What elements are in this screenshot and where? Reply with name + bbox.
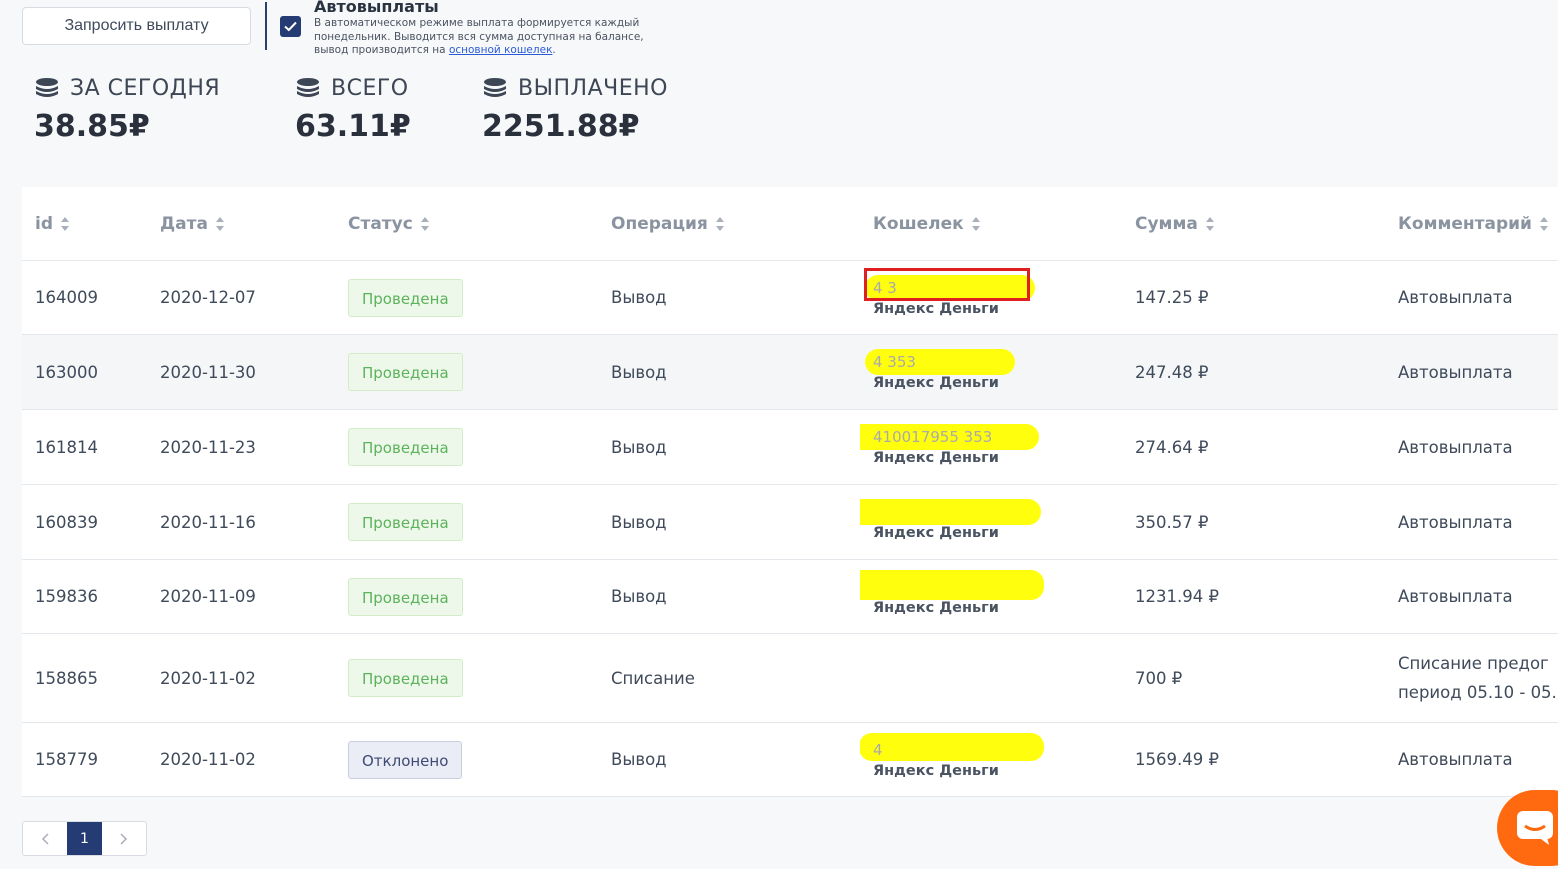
stat-paid-label: ВЫПЛАЧЕНО — [518, 76, 668, 101]
wallet-empty — [860, 633, 1122, 723]
stat-today-value: 38.85₽ — [34, 109, 150, 144]
comment-line: Списание предог — [1398, 654, 1549, 673]
status-badge: Проведена — [348, 577, 463, 616]
column-header-date[interactable]: Дата — [147, 187, 335, 261]
stat-total: ВСЕГО 63.11₽ — [295, 76, 411, 144]
wallet-type: Яндекс Деньги — [873, 300, 999, 317]
stat-today: ЗА СЕГОДНЯ 38.85₽ — [34, 76, 220, 144]
wallet-number: 410017955 353 — [860, 424, 1122, 450]
sort-icon — [61, 216, 69, 231]
pagination: 1 — [22, 821, 147, 856]
table-header-row: id Дата Статус Операция Кошелек Сумма Ко… — [22, 187, 1558, 261]
redaction-highlight — [860, 499, 1041, 525]
wallet-type: Яндекс Деньги — [873, 762, 999, 779]
column-header-wallet[interactable]: Кошелек — [860, 187, 1122, 261]
payout-toolbar: Запросить выплату Автовыплаты В автомати… — [22, 0, 922, 60]
next-page-button[interactable] — [102, 822, 146, 855]
stat-today-label: ЗА СЕГОДНЯ — [70, 76, 221, 101]
stat-total-label: ВСЕГО — [331, 76, 409, 101]
column-header-comment[interactable]: Комментарий — [1385, 187, 1558, 261]
wallet-type: Яндекс Деньги — [873, 599, 999, 616]
chevron-right-icon — [120, 832, 128, 845]
column-header-status[interactable]: Статус — [335, 187, 598, 261]
column-header-operation[interactable]: Операция — [598, 187, 860, 261]
table-row: 159836 2020-11-09 Проведена Вывод Яндекс… — [22, 559, 1558, 634]
auto-payout-description: В автоматическом режиме выплата формируе… — [314, 17, 644, 56]
status-badge: Проведена — [348, 353, 463, 391]
prev-page-button[interactable] — [23, 822, 67, 855]
table-row: 161814 2020-11-23 Проведена Вывод 410017… — [22, 409, 1558, 485]
status-badge: Проведена — [348, 503, 463, 541]
request-payout-button[interactable]: Запросить выплату — [22, 7, 251, 45]
wallet-number — [860, 499, 1122, 525]
chevron-left-icon — [41, 832, 49, 845]
status-badge: Проведена — [348, 428, 463, 466]
sort-icon — [971, 216, 980, 231]
main-wallet-link[interactable]: основной кошелек — [449, 44, 552, 56]
wallet-number — [860, 569, 1122, 600]
table-row: 163000 2020-11-30 Проведена Вывод 4 353 Я… — [22, 334, 1558, 410]
wallet-number: 4 — [860, 732, 1122, 761]
status-badge: Проведена — [348, 659, 463, 697]
status-badge: Проведена — [348, 278, 463, 317]
chat-icon — [1517, 811, 1553, 845]
stat-total-value: 63.11₽ — [295, 109, 411, 144]
comment-line: период 05.10 - 05.1 — [1398, 683, 1558, 702]
status-badge: Отклонено — [348, 740, 463, 779]
auto-payout-checkbox[interactable] — [280, 16, 301, 37]
sort-icon — [215, 216, 224, 231]
chat-widget-button[interactable] — [1497, 790, 1558, 866]
coins-icon — [36, 77, 58, 97]
wallet-type: Яндекс Деньги — [873, 450, 999, 466]
coins-icon — [297, 77, 319, 97]
table-row: 158779 2020-11-02 Отклонено Вывод 4 Яндек… — [22, 722, 1558, 797]
redaction-highlight — [860, 569, 1044, 600]
wallet-number: 4 353 — [865, 349, 1122, 375]
table-row: 160839 2020-11-16 Проведена Вывод Яндекс… — [22, 484, 1558, 560]
toolbar-divider — [265, 2, 267, 50]
stat-paid: ВЫПЛАЧЕНО 2251.88₽ — [482, 76, 668, 144]
column-header-sum[interactable]: Сумма — [1122, 187, 1385, 261]
annotation-box — [864, 268, 1030, 301]
column-header-id[interactable]: id — [22, 187, 147, 261]
redaction-highlight — [860, 732, 1044, 761]
coins-icon — [484, 77, 506, 97]
wallet-type: Яндекс Деньги — [873, 525, 999, 541]
sort-icon — [715, 216, 724, 231]
table-row: 158865 2020-11-02 Проведена Списание 700… — [22, 633, 1558, 723]
sort-icon — [1539, 216, 1548, 231]
sort-icon — [1205, 216, 1214, 231]
table-row: 164009 2020-12-07 Проведена Вывод 4 3 Янд… — [22, 260, 1558, 335]
sort-icon — [420, 216, 429, 231]
stat-paid-value: 2251.88₽ — [482, 109, 640, 144]
payouts-table: id Дата Статус Операция Кошелек Сумма Ко… — [22, 187, 1558, 797]
check-icon — [284, 21, 297, 32]
wallet-type: Яндекс Деньги — [873, 375, 999, 391]
page-1-button[interactable]: 1 — [67, 822, 102, 855]
auto-payout-title: Автовыплаты — [314, 0, 439, 16]
